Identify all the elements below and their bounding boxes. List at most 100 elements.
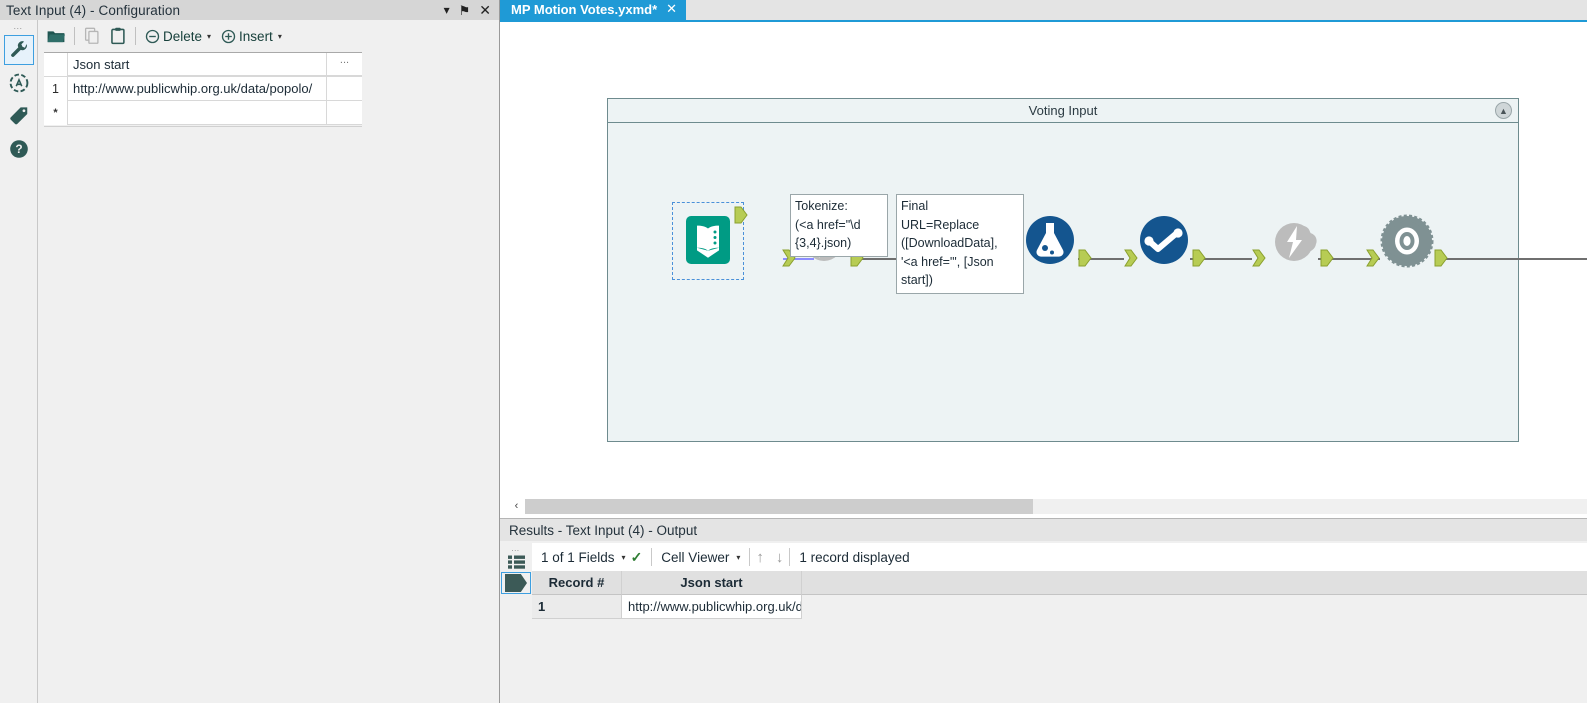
check-chart-icon bbox=[1138, 214, 1190, 266]
table-row[interactable]: 1 http://www.publicwhip.org.uk/data/popo… bbox=[500, 595, 1587, 619]
download-tool-2[interactable] bbox=[1252, 214, 1334, 267]
svg-text:?: ? bbox=[15, 142, 22, 156]
canvas-scrollbar-area: ‹ bbox=[500, 494, 1587, 518]
text-input-tool[interactable] bbox=[672, 202, 748, 280]
insert-button[interactable]: Insert ▾ bbox=[216, 24, 287, 48]
grid-add-column-button[interactable]: ... bbox=[326, 53, 362, 76]
insert-button-label: Insert bbox=[239, 28, 273, 44]
delete-button-label: Delete bbox=[163, 28, 203, 44]
grid-row-number: 1 bbox=[44, 77, 67, 101]
wrench-icon[interactable] bbox=[3, 35, 34, 65]
results-panel: Results - Text Input (4) - Output ⋯ 1 of… bbox=[500, 518, 1587, 703]
grid-new-row[interactable]: * bbox=[44, 101, 362, 125]
final-url-annotation[interactable]: Final URL=Replace ([DownloadData], '<a h… bbox=[896, 194, 1024, 294]
filter-tool[interactable] bbox=[1124, 214, 1206, 267]
results-row-marker bbox=[500, 595, 532, 619]
delete-caret-icon[interactable]: ▾ bbox=[207, 32, 211, 41]
output-anchor[interactable] bbox=[734, 206, 748, 227]
paste-button[interactable] bbox=[105, 24, 131, 48]
column-header-json-start[interactable]: Json start bbox=[622, 571, 802, 595]
grid-new-row-extra-cell[interactable] bbox=[326, 101, 362, 125]
configuration-titlebar: Text Input (4) - Configuration ▾ ⚑ ✕ bbox=[0, 0, 499, 20]
viewer-selector-label: Cell Viewer bbox=[661, 549, 730, 565]
scroll-down-arrow-icon[interactable]: ↓ bbox=[770, 549, 790, 566]
fields-selector-label: 1 of 1 Fields bbox=[541, 549, 615, 565]
annotation-icon[interactable] bbox=[4, 68, 34, 98]
tab-close-icon[interactable]: ✕ bbox=[666, 1, 677, 17]
input-anchor[interactable] bbox=[1252, 249, 1266, 270]
scroll-left-arrow-icon[interactable]: ‹ bbox=[508, 498, 525, 514]
help-icon[interactable]: ? bbox=[4, 134, 34, 164]
grid-new-row-marker: * bbox=[44, 101, 67, 125]
grid-new-row-cell[interactable] bbox=[67, 101, 326, 125]
results-row-filler bbox=[802, 595, 1587, 619]
scroll-up-arrow-icon[interactable]: ↑ bbox=[750, 549, 770, 566]
grid-row-extra-cell[interactable] bbox=[326, 77, 362, 101]
list-view-icon bbox=[507, 555, 525, 569]
cell-json-start[interactable]: http://www.publicwhip.org.uk/data/popolo… bbox=[622, 595, 802, 619]
record-count-label: 1 record displayed bbox=[799, 549, 910, 565]
insert-caret-icon[interactable]: ▾ bbox=[278, 32, 282, 41]
alteryx-designer-window: Text Input (4) - Configuration ▾ ⚑ ✕ ⋯ ?… bbox=[0, 0, 1587, 703]
panel-dropdown-icon[interactable]: ▾ bbox=[444, 4, 450, 16]
copy-button[interactable] bbox=[79, 24, 105, 48]
canvas-horizontal-scrollbar[interactable]: ‹ bbox=[508, 498, 1587, 514]
tokenize-annotation[interactable]: Tokenize: (<a href="\d {3,4}.json) bbox=[790, 194, 888, 257]
main-area: MP Motion Votes.yxmd* ✕ Voting Input ▲ T… bbox=[500, 0, 1587, 703]
output-anchor[interactable] bbox=[1320, 249, 1334, 270]
grid-row[interactable]: 1 http://www.publicwhip.org.uk/data/popo… bbox=[44, 77, 362, 101]
configuration-content: Delete ▾ Insert ▾ Json start ... 1 http:… bbox=[38, 20, 499, 703]
text-input-grid[interactable]: Json start ... 1 http://www.publicwhip.o… bbox=[44, 52, 362, 125]
formula-tool[interactable] bbox=[1010, 214, 1092, 267]
panel-close-icon[interactable]: ✕ bbox=[479, 3, 491, 17]
results-toolbar: ⋯ 1 of 1 Fields ▾ ✓ Cell Viewer ▾ ↑ ↓ 1 … bbox=[500, 543, 1587, 571]
json-parse-tool[interactable] bbox=[1366, 214, 1448, 268]
results-header-row: Record # Json start bbox=[500, 571, 1587, 595]
connection-7[interactable] bbox=[1445, 258, 1587, 260]
input-anchor[interactable] bbox=[1124, 249, 1138, 270]
configuration-panel: Text Input (4) - Configuration ▾ ⚑ ✕ ⋯ ?… bbox=[0, 0, 500, 703]
panel-pin-icon[interactable]: ⚑ bbox=[459, 4, 471, 17]
viewer-selector[interactable]: Cell Viewer ▾ bbox=[652, 543, 749, 571]
viewer-caret-icon[interactable]: ▾ bbox=[736, 553, 740, 562]
workflow-canvas[interactable]: Voting Input ▲ Tokenize: (<a href="\d {3… bbox=[500, 24, 1587, 494]
flask-icon bbox=[1024, 214, 1076, 266]
toolbar-separator-2 bbox=[135, 27, 136, 45]
scrollbar-thumb[interactable] bbox=[525, 498, 1033, 514]
toolbar-separator-1 bbox=[74, 27, 75, 45]
grid-header-row: Json start ... bbox=[44, 53, 362, 77]
output-tag-icon bbox=[505, 574, 527, 592]
cell-record-number[interactable]: 1 bbox=[532, 595, 622, 619]
results-header-filler bbox=[802, 571, 1587, 595]
workflow-tabstrip: MP Motion Votes.yxmd* ✕ bbox=[500, 0, 1587, 22]
results-table[interactable]: Record # Json start 1 http://www.publicw… bbox=[500, 571, 1587, 619]
results-output-marker[interactable] bbox=[500, 571, 532, 595]
book-icon bbox=[682, 214, 734, 266]
results-grip-handle[interactable]: ⋯ bbox=[500, 543, 532, 571]
fields-selector[interactable]: 1 of 1 Fields ▾ ✓ bbox=[532, 543, 651, 571]
tab-label: MP Motion Votes.yxmd* bbox=[511, 1, 658, 17]
tab-mp-motion-votes[interactable]: MP Motion Votes.yxmd* ✕ bbox=[500, 0, 687, 20]
grid-header-corner bbox=[44, 53, 67, 76]
fields-caret-icon[interactable]: ▾ bbox=[622, 553, 626, 562]
grid-cell-json-start[interactable]: http://www.publicwhip.org.uk/data/popolo… bbox=[67, 77, 326, 101]
grip-dots: ⋯ bbox=[511, 546, 521, 555]
scrollbar-track[interactable] bbox=[525, 498, 1587, 514]
grid-column-header-json-start[interactable]: Json start bbox=[67, 53, 326, 76]
delete-button[interactable]: Delete ▾ bbox=[140, 24, 216, 48]
text-input-grid-wrapper: Json start ... 1 http://www.publicwhip.o… bbox=[44, 52, 491, 703]
check-icon[interactable]: ✓ bbox=[631, 549, 643, 566]
output-anchor[interactable] bbox=[1078, 249, 1092, 270]
input-anchor[interactable] bbox=[1366, 249, 1380, 270]
column-header-record[interactable]: Record # bbox=[532, 571, 622, 595]
open-file-button[interactable] bbox=[42, 24, 70, 48]
text-input-toolbar: Delete ▾ Insert ▾ bbox=[38, 22, 499, 50]
configuration-panel-title: Text Input (4) - Configuration bbox=[6, 2, 181, 18]
results-panel-title: Results - Text Input (4) - Output bbox=[500, 519, 1587, 541]
output-anchor[interactable] bbox=[1434, 249, 1448, 270]
tool-pipeline: (.*) bbox=[500, 24, 1587, 494]
output-anchor[interactable] bbox=[1192, 249, 1206, 270]
rail-grip-handle[interactable]: ⋯ bbox=[13, 24, 24, 35]
cloud-lightning-icon bbox=[1266, 214, 1318, 266]
tag-icon[interactable] bbox=[4, 101, 34, 131]
